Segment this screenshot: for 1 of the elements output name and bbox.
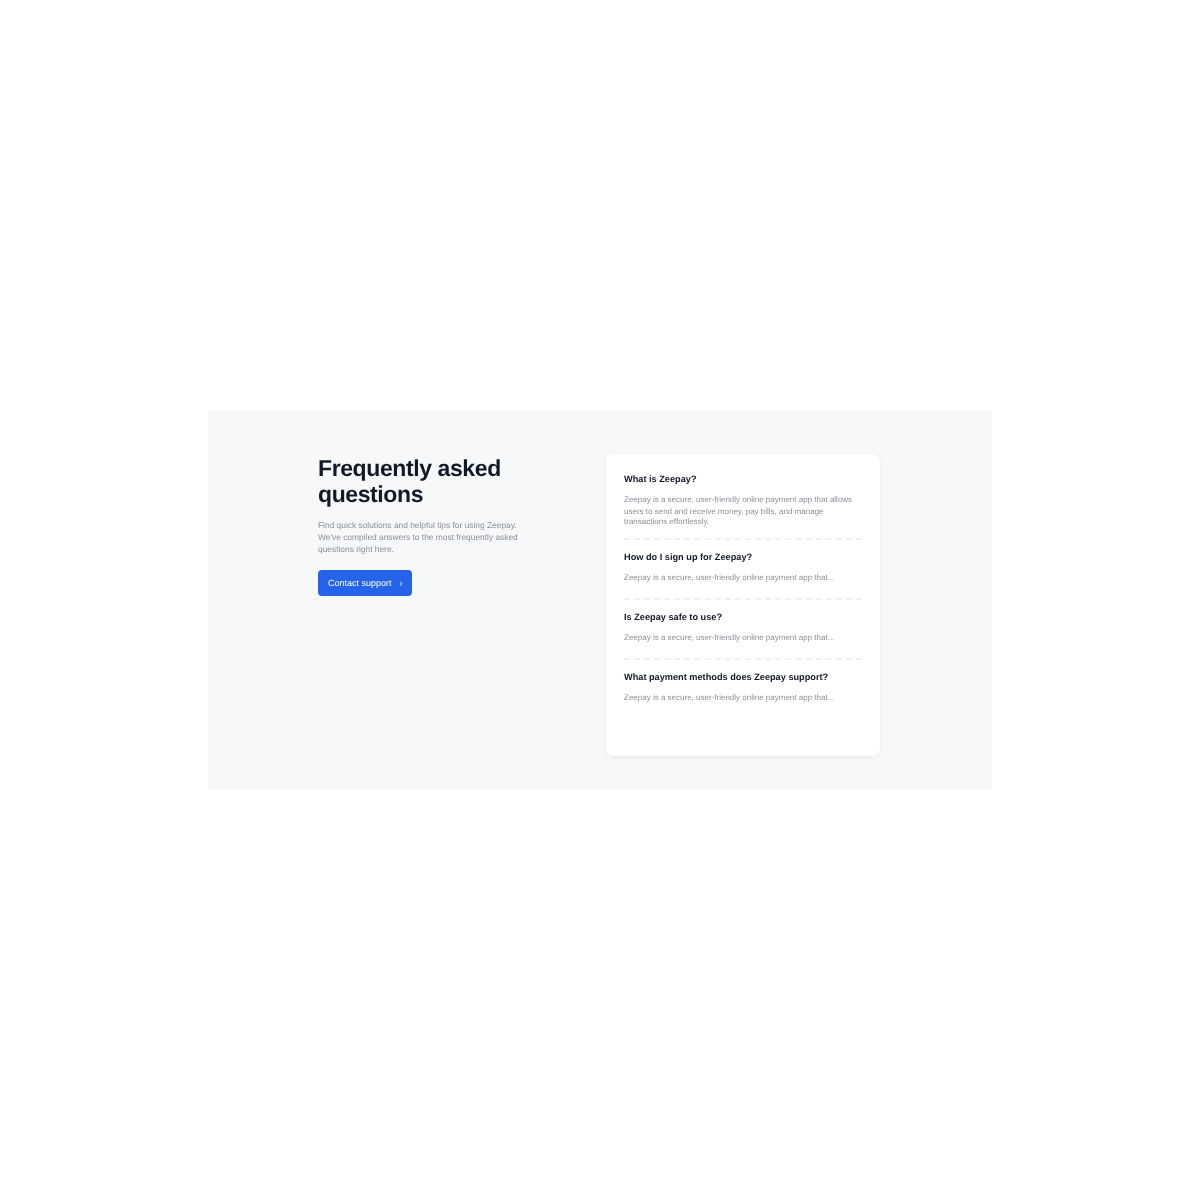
section-heading: Frequently asked questions (318, 458, 503, 510)
